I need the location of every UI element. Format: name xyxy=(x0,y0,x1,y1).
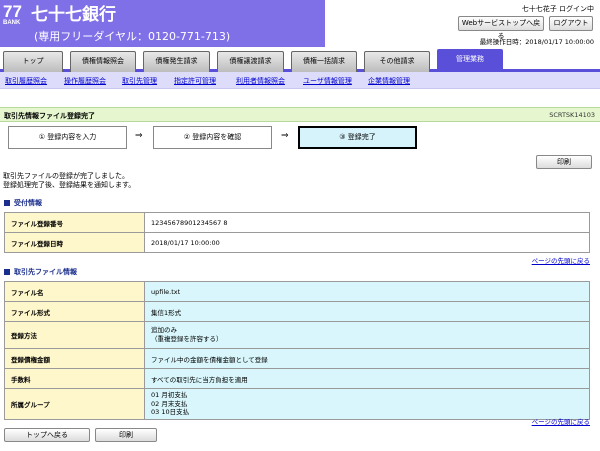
field-label: ファイル登録日時 xyxy=(4,232,145,253)
step-arrow-icon: ⇒ xyxy=(281,131,289,141)
main-tabs: トップ 債権情報照会 債権発生請求 債権譲渡請求 債権一括請求 その他請求 管理… xyxy=(0,49,600,72)
section-square-icon xyxy=(4,269,10,275)
back-to-top-link[interactable]: ページの先頭に戻る xyxy=(532,255,590,265)
file-format-value: 集信1形式 xyxy=(144,301,590,322)
table-row: 登録方法 追加のみ （重複登録を許容する） xyxy=(4,321,590,349)
table-row: ファイル名 upfile.txt xyxy=(4,281,590,302)
reception-heading: 受付情報 xyxy=(4,198,42,208)
last-operation-time: 最終操作日時：2018/01/17 10:00:00 xyxy=(479,38,594,46)
tab-bulk-request[interactable]: 債権一括請求 xyxy=(291,51,357,72)
fee-value: すべての取引先に当方負担を適用 xyxy=(144,368,590,389)
registration-method-value: 追加のみ （重複登録を許容する） xyxy=(144,321,590,349)
step-input: ① 登録内容を入力 xyxy=(8,126,127,149)
header: 77 BANK 七十七銀行 (専用フリーダイヤル：0120-771-713) 七… xyxy=(0,0,600,48)
logo-sub: BANK xyxy=(3,20,21,26)
subnav-user-info-management[interactable]: ユーザ情報管理 xyxy=(303,76,352,86)
brand-banner: 77 BANK 七十七銀行 (専用フリーダイヤル：0120-771-713) xyxy=(0,0,325,47)
table-row: 登録債権金額 ファイル中の金額を債権金額として登録 xyxy=(4,348,590,369)
file-info-heading: 取引先ファイル情報 xyxy=(4,267,77,277)
subnav-partner-management[interactable]: 取引先管理 xyxy=(122,76,157,86)
footer-print-button[interactable]: 印刷 xyxy=(95,428,157,442)
web-service-top-button[interactable]: Webサービストップへ戻る xyxy=(458,16,544,40)
table-row: ファイル登録日時 2018/01/17 10:00:00 xyxy=(4,232,590,253)
field-label: 手数料 xyxy=(4,368,145,389)
field-label: 登録債権金額 xyxy=(4,348,145,369)
subnav-operation-history[interactable]: 操作履歴照会 xyxy=(64,76,106,86)
subnav-transaction-history[interactable]: 取引履歴照会 xyxy=(5,76,47,86)
tab-credit-inquiry[interactable]: 債権情報照会 xyxy=(70,51,136,72)
field-label: ファイル名 xyxy=(4,281,145,302)
free-dial: (専用フリーダイヤル：0120-771-713) xyxy=(34,30,231,43)
bank-name: 七十七銀行 xyxy=(31,5,116,25)
group-value: 01 月初支払 02 月末支払 03 10日支払 xyxy=(144,388,590,420)
group-item: 01 月初支払 xyxy=(151,391,188,400)
field-label: ファイル形式 xyxy=(4,301,145,322)
back-to-top-link[interactable]: ページの先頭に戻る xyxy=(532,416,590,426)
table-row: 手数料 すべての取引先に当方負担を適用 xyxy=(4,368,590,389)
tab-other-request[interactable]: その他請求 xyxy=(364,51,430,72)
subnav-permission-management[interactable]: 指定許可管理 xyxy=(174,76,216,86)
tab-management[interactable]: 管理業務 xyxy=(437,49,503,72)
group-item: 02 月末支払 xyxy=(151,399,188,408)
section-square-icon xyxy=(4,200,10,206)
user-status: 七十七花子 ログイン中 xyxy=(521,5,594,13)
print-button[interactable]: 印刷 xyxy=(536,155,592,169)
registration-method-note: （重複登録を許容する） xyxy=(151,335,223,343)
file-registration-datetime: 2018/01/17 10:00:00 xyxy=(144,232,590,253)
file-name-value: upfile.txt xyxy=(144,281,590,302)
screen-code: SCRTSK14103 xyxy=(549,111,595,119)
reception-heading-text: 受付情報 xyxy=(14,199,42,207)
completion-message: 取引先ファイルの登録が完了しました。 xyxy=(3,172,129,180)
back-to-top-button[interactable]: トップへ戻る xyxy=(4,428,90,442)
subnav-company-info-management[interactable]: 企業情報管理 xyxy=(368,76,410,86)
logo-number: 77 xyxy=(3,2,22,21)
sub-navigation: 取引履歴照会 操作履歴照会 取引先管理 指定許可管理 利用者情報照会 ユーザ情報… xyxy=(0,72,600,89)
logout-button[interactable]: ログアウト xyxy=(549,16,593,31)
file-registration-number: 12345678901234567 8 xyxy=(144,212,590,233)
step-arrow-icon: ⇒ xyxy=(135,131,143,141)
notification-message: 登録処理完了後、登録結果を通知します。 xyxy=(3,181,136,189)
reception-table: ファイル登録番号 12345678901234567 8 ファイル登録日時 20… xyxy=(4,212,590,253)
step-complete: ③ 登録完了 xyxy=(298,126,417,149)
field-label: 登録方法 xyxy=(4,321,145,349)
tab-credit-issue[interactable]: 債権発生請求 xyxy=(143,51,210,72)
tab-credit-transfer[interactable]: 債権譲渡請求 xyxy=(217,51,284,72)
subnav-user-info-inquiry[interactable]: 利用者情報照会 xyxy=(236,76,285,86)
file-info-table: ファイル名 upfile.txt ファイル形式 集信1形式 登録方法 追加のみ … xyxy=(4,281,590,420)
field-label: 所属グループ xyxy=(4,388,145,420)
tab-top[interactable]: トップ xyxy=(3,51,63,72)
field-label: ファイル登録番号 xyxy=(4,212,145,233)
group-item: 03 10日支払 xyxy=(151,408,190,417)
bank-logo: 77 BANK xyxy=(3,3,31,31)
registration-method-line: 追加のみ xyxy=(151,326,177,334)
file-info-heading-text: 取引先ファイル情報 xyxy=(14,268,77,276)
credit-amount-value: ファイル中の金額を債権金額として登録 xyxy=(144,348,590,369)
table-row: 所属グループ 01 月初支払 02 月末支払 03 10日支払 xyxy=(4,388,590,420)
table-row: ファイル登録番号 12345678901234567 8 xyxy=(4,212,590,233)
table-row: ファイル形式 集信1形式 xyxy=(4,301,590,322)
step-confirm: ② 登録内容を確認 xyxy=(153,126,272,149)
page-title: 取引先情報ファイル登録完了 xyxy=(4,112,95,120)
page-title-bar: 取引先情報ファイル登録完了 SCRTSK14103 xyxy=(0,107,600,122)
